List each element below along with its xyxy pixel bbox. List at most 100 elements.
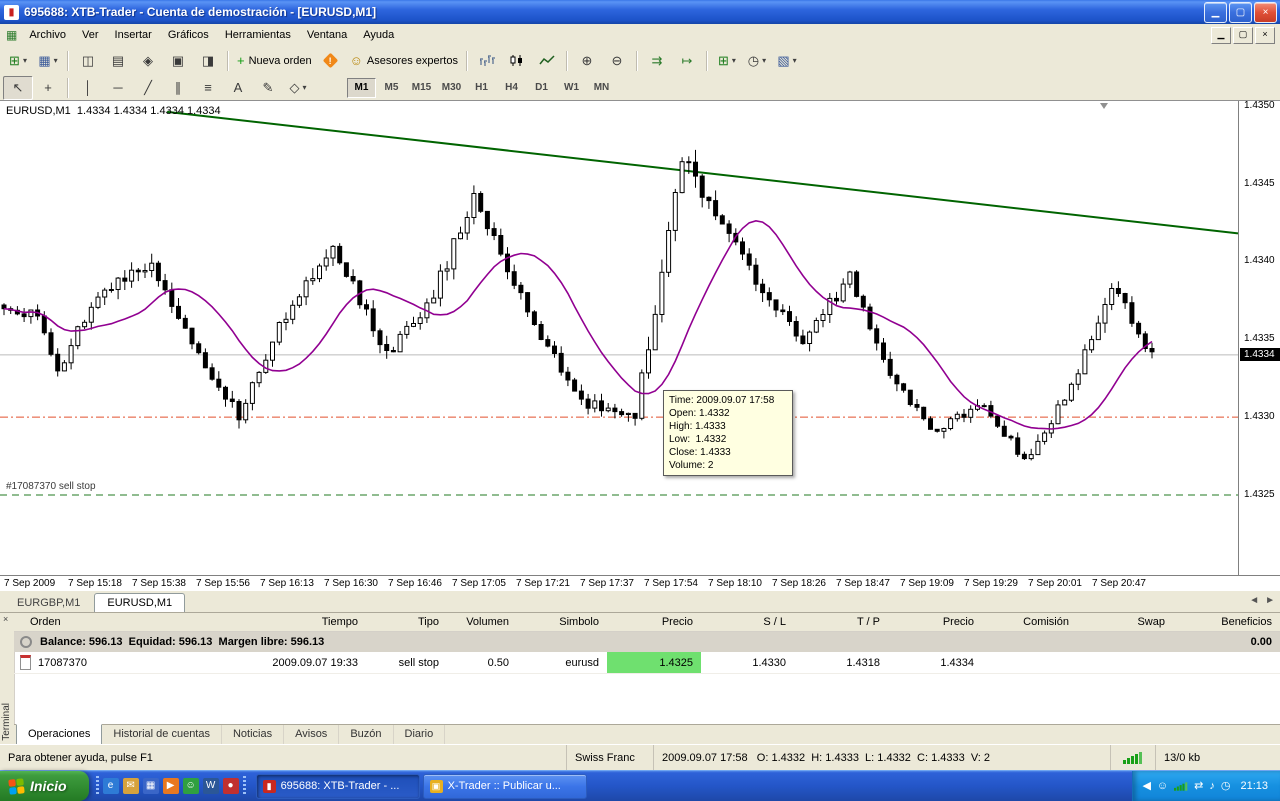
column-header-comision[interactable]: Comisión	[982, 616, 1077, 628]
vertical-line-button[interactable]: │	[73, 76, 103, 100]
quick-launch-media-player-icon[interactable]: ▶	[163, 778, 179, 794]
candlestick-chart[interactable]	[0, 101, 1238, 576]
zoom-out-button[interactable]: ⊖	[602, 49, 632, 73]
text-label-button[interactable]: A	[223, 76, 253, 100]
terminal-tab-diario[interactable]: Diario	[394, 725, 446, 745]
new-chart-button[interactable]: ⊞▾	[3, 49, 33, 73]
timeframe-mn-button[interactable]: MN	[587, 78, 616, 98]
tray-scheduler-icon[interactable]: ◷	[1221, 781, 1231, 792]
tray-network-icon[interactable]: ⇄	[1194, 781, 1203, 792]
new-order-button[interactable]: +Nueva orden	[233, 49, 316, 73]
dropdown-arrow-icon[interactable]: ▾	[23, 56, 27, 65]
column-header-orden[interactable]: Orden	[14, 616, 164, 628]
column-header-precio[interactable]: Precio	[888, 616, 982, 628]
strategy-tester-button[interactable]: ◨	[193, 49, 223, 73]
shapes-button[interactable]: ◇▾	[283, 76, 313, 100]
timeframe-d1-button[interactable]: D1	[527, 78, 556, 98]
indicators-button[interactable]: ⊞▾	[712, 49, 742, 73]
menu-item-ayuda[interactable]: Ayuda	[355, 26, 402, 44]
time-axis[interactable]: 7 Sep 20097 Sep 15:187 Sep 15:387 Sep 15…	[0, 575, 1280, 591]
chart-candlesticks-button[interactable]	[502, 49, 532, 73]
terminal-tab-buzon[interactable]: Buzón	[339, 725, 393, 745]
quick-launch-email-icon[interactable]: ✉	[123, 778, 139, 794]
quick-launch-messenger-icon[interactable]: ☺	[183, 778, 199, 794]
column-header-t-p[interactable]: T / P	[794, 616, 888, 628]
chart-bars-button[interactable]	[472, 49, 502, 73]
menu-item-ver[interactable]: Ver	[74, 26, 107, 44]
quick-launch-internet-explorer-icon[interactable]: e	[103, 778, 119, 794]
equidistant-channel-button[interactable]: ∥	[163, 76, 193, 100]
chart-line-button[interactable]	[532, 49, 562, 73]
tray-volume-icon[interactable]: ♪	[1209, 781, 1215, 792]
dropdown-arrow-icon[interactable]: ▾	[793, 56, 797, 65]
terminal-tab-historial-de-cuentas[interactable]: Historial de cuentas	[102, 725, 222, 745]
dropdown-arrow-icon[interactable]: ▾	[732, 56, 736, 65]
timeframe-h4-button[interactable]: H4	[497, 78, 526, 98]
order-row[interactable]: 170873702009.09.07 19:33sell stop0.50eur…	[14, 652, 1280, 674]
fibonacci-retracement-button[interactable]: ≡	[193, 76, 223, 100]
timeframe-m5-button[interactable]: M5	[377, 78, 406, 98]
quick-launch-word-icon[interactable]: W	[203, 778, 219, 794]
column-header-simbolo[interactable]: Simbolo	[517, 616, 607, 628]
data-window-button[interactable]: ▤	[103, 49, 133, 73]
expert-advisors-button[interactable]: ☺Asesores expertos	[346, 49, 462, 73]
tab-scroll-right-button[interactable]: ►	[1265, 595, 1275, 606]
cursor-button[interactable]: ↖	[3, 76, 33, 100]
auto-scroll-button[interactable]: ⇉	[642, 49, 672, 73]
quick-launch-browser-icon[interactable]: ●	[223, 778, 239, 794]
tray-messenger-status-icon[interactable]: ☺	[1157, 781, 1168, 792]
menu-item-archivo[interactable]: Archivo	[21, 26, 74, 44]
dropdown-arrow-icon[interactable]: ▾	[762, 56, 766, 65]
horizontal-line-button[interactable]: ─	[103, 76, 133, 100]
metaeditor-button[interactable]: !	[316, 49, 346, 73]
column-header-s-l[interactable]: S / L	[701, 616, 794, 628]
terminal-tab-noticias[interactable]: Noticias	[222, 725, 284, 745]
draw-objects-button[interactable]: ✎	[253, 76, 283, 100]
timeframe-m15-button[interactable]: M15	[407, 78, 436, 98]
column-header-precio[interactable]: Precio	[607, 616, 701, 628]
timeframe-w1-button[interactable]: W1	[557, 78, 586, 98]
mdi-restore-button[interactable]: ▢	[1233, 27, 1253, 44]
column-header-tiempo[interactable]: Tiempo	[164, 616, 366, 628]
market-watch-button[interactable]: ◫	[73, 49, 103, 73]
dropdown-arrow-icon[interactable]: ▾	[54, 56, 58, 65]
timeframe-h1-button[interactable]: H1	[467, 78, 496, 98]
terminal-tab-avisos[interactable]: Avisos	[284, 725, 339, 745]
crosshair-button[interactable]: +	[33, 76, 63, 100]
zoom-in-button[interactable]: ⊕	[572, 49, 602, 73]
trend-line-button[interactable]: ╱	[133, 76, 163, 100]
restore-button[interactable]: ▢	[1229, 2, 1252, 23]
chart-tab-eurgbp-m1[interactable]: EURGBP,M1	[4, 593, 93, 613]
dropdown-arrow-icon[interactable]: ▾	[302, 83, 306, 92]
tab-scroll-left-button[interactable]: ◄	[1249, 595, 1259, 606]
menu-item-herramientas[interactable]: Herramientas	[217, 26, 299, 44]
terminal-tab-operaciones[interactable]: Operaciones	[16, 724, 102, 745]
periods-button[interactable]: ◷▾	[742, 49, 772, 73]
tray-hide-icons-icon[interactable]: ◀	[1142, 781, 1150, 792]
menu-item-graficos[interactable]: Gráficos	[160, 26, 217, 44]
navigator-button[interactable]: ◈	[133, 49, 163, 73]
terminal-close-button[interactable]: ×	[3, 614, 8, 624]
menu-item-ventana[interactable]: Ventana	[299, 26, 355, 44]
column-header-tipo[interactable]: Tipo	[366, 616, 447, 628]
column-header-beneficios[interactable]: Beneficios	[1173, 616, 1280, 628]
column-header-volumen[interactable]: Volumen	[447, 616, 517, 628]
mdi-close-button[interactable]: ×	[1255, 27, 1275, 44]
chart-plot[interactable]: EURUSD,M1 1.4334 1.4334 1.4334 1.4334 #1…	[0, 101, 1238, 576]
column-header-swap[interactable]: Swap	[1077, 616, 1173, 628]
close-button[interactable]: ×	[1254, 2, 1277, 23]
taskbar-clock[interactable]: 21:13	[1240, 780, 1268, 792]
mdi-minimize-button[interactable]: ▁	[1211, 27, 1231, 44]
templates-button[interactable]: ▧▾	[772, 49, 802, 73]
chart-shift-button[interactable]: ↦	[672, 49, 702, 73]
quick-launch-handle[interactable]	[243, 776, 246, 796]
tray-connection-icon[interactable]	[1174, 782, 1188, 791]
menu-item-insertar[interactable]: Insertar	[107, 26, 160, 44]
timeframe-m1-button[interactable]: M1	[347, 78, 376, 98]
quick-launch-handle[interactable]	[96, 776, 99, 796]
taskbar-window-x-trader-publicar-u[interactable]: ▣X-Trader :: Publicar u...	[423, 774, 587, 799]
quick-launch-show-desktop-icon[interactable]: ▦	[143, 778, 159, 794]
start-button[interactable]: Inicio	[0, 771, 89, 801]
profiles-button[interactable]: ▦▾	[33, 49, 63, 73]
timeframe-m30-button[interactable]: M30	[437, 78, 466, 98]
